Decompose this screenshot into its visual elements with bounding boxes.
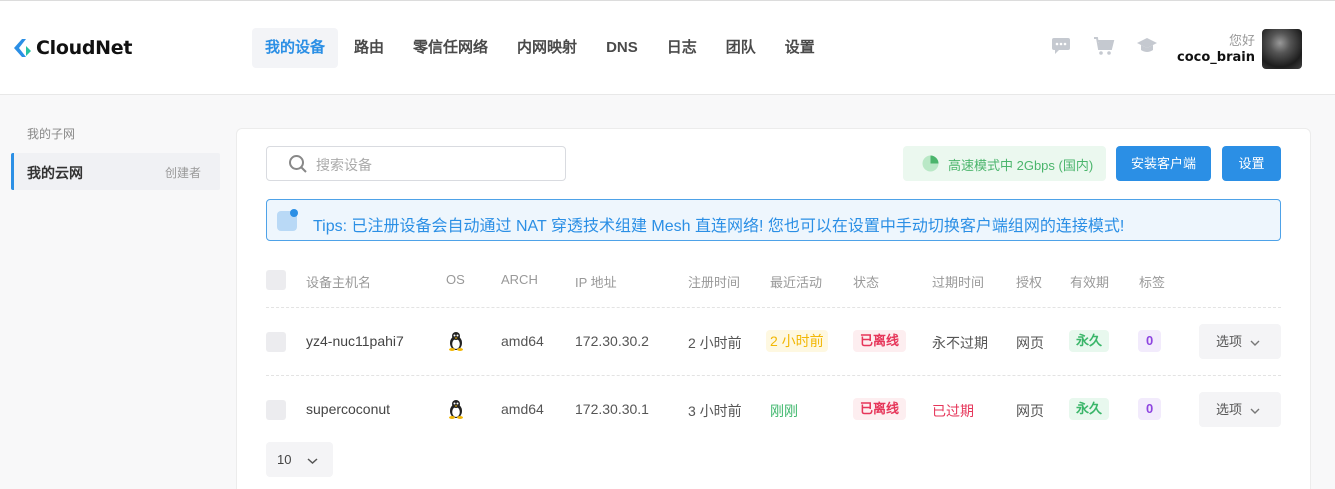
top-header: CloudNet 我的设备 路由 零信任网络 内网映射 DNS 日志 团队 设置…: [0, 0, 1335, 95]
options-dropdown[interactable]: 选项: [1199, 392, 1281, 427]
nav-settings[interactable]: 设置: [772, 28, 828, 68]
main-nav: 我的设备 路由 零信任网络 内网映射 DNS 日志 团队 设置: [252, 28, 831, 68]
nav-routes[interactable]: 路由: [341, 28, 397, 68]
sidebar-item-my-cloud-net[interactable]: 我的云网 创建者: [11, 153, 220, 190]
tag-count-badge[interactable]: 0: [1138, 398, 1162, 420]
device-arch: amd64: [501, 401, 544, 417]
nav-zero-trust[interactable]: 零信任网络: [400, 28, 501, 68]
sidebar-item-label: 我的云网: [27, 165, 83, 181]
graduation-cap-icon[interactable]: [1136, 35, 1158, 57]
username[interactable]: coco_brain: [1177, 50, 1255, 65]
col-registered[interactable]: 注册时间: [688, 272, 740, 291]
device-auth: 网页: [1016, 403, 1044, 419]
device-expires: 已过期: [932, 403, 974, 419]
col-arch[interactable]: ARCH: [501, 272, 538, 287]
tips-text: Tips: 已注册设备会自动通过 NAT 穿透技术组建 Mesh 直连网络! 您…: [313, 218, 1125, 235]
device-expires: 永不过期: [932, 335, 988, 351]
cart-icon[interactable]: [1093, 35, 1115, 57]
avatar[interactable]: [1262, 29, 1302, 69]
validity-badge: 永久: [1069, 398, 1110, 420]
col-os[interactable]: OS: [446, 272, 465, 287]
settings-button[interactable]: 设置: [1222, 146, 1281, 181]
device-auth: 网页: [1016, 335, 1044, 351]
chevron-down-icon: [307, 458, 318, 464]
col-hostname[interactable]: 设备主机名: [306, 272, 371, 291]
chevron-down-icon: [1250, 340, 1260, 346]
options-dropdown[interactable]: 选项: [1199, 324, 1281, 359]
cloudnet-logo-icon: [14, 39, 31, 57]
device-ip: 172.30.30.2: [575, 333, 649, 349]
row-checkbox[interactable]: [266, 332, 286, 352]
page-size-value: 10: [277, 452, 292, 467]
last-active-badge: 2 小时前: [766, 330, 828, 352]
validity-badge: 永久: [1069, 330, 1110, 352]
row-divider: [266, 375, 1281, 376]
status-badge: 已离线: [853, 398, 907, 420]
row-checkbox[interactable]: [266, 400, 286, 420]
nav-logs[interactable]: 日志: [654, 28, 710, 68]
speed-mode-text: 高速模式中 2Gbps (国内): [948, 158, 1094, 173]
devices-card: [236, 128, 1311, 489]
nav-dns[interactable]: DNS: [593, 28, 651, 68]
device-hostname[interactable]: supercoconut: [306, 401, 390, 417]
col-validity[interactable]: 有效期: [1070, 272, 1109, 291]
options-label: 选项: [1216, 334, 1243, 349]
tag-count-badge[interactable]: 0: [1138, 330, 1162, 352]
row-divider: [266, 307, 1281, 308]
col-tags[interactable]: 标签: [1139, 272, 1165, 291]
linux-tux-icon: [449, 332, 463, 351]
select-all-checkbox[interactable]: [266, 270, 286, 290]
status-badge: 已离线: [853, 330, 907, 352]
device-arch: amd64: [501, 333, 544, 349]
last-active-text: 刚刚: [770, 403, 798, 419]
chevron-down-icon: [1250, 408, 1260, 414]
info-icon: [277, 209, 298, 231]
brand-logo[interactable]: CloudNet: [12, 36, 132, 60]
device-hostname[interactable]: yz4-nuc11pahi7: [306, 333, 404, 349]
tips-banner: Tips: 已注册设备会自动通过 NAT 穿透技术组建 Mesh 直连网络! 您…: [266, 199, 1281, 241]
device-registered: 3 小时前: [688, 403, 742, 419]
nav-my-devices[interactable]: 我的设备: [252, 28, 339, 68]
speed-mode-badge: 高速模式中 2Gbps (国内): [903, 146, 1106, 181]
nav-team[interactable]: 团队: [713, 28, 769, 68]
sidebar-title: 我的子网: [27, 127, 76, 141]
search-icon: [289, 155, 307, 173]
greeting-text: 您好: [1228, 33, 1255, 48]
col-ip[interactable]: IP 地址: [575, 272, 617, 291]
col-auth[interactable]: 授权: [1016, 272, 1042, 291]
search-placeholder: 搜索设备: [316, 157, 372, 173]
col-expires[interactable]: 过期时间: [932, 272, 984, 291]
pie-chart-icon: [922, 155, 939, 172]
chat-icon[interactable]: [1050, 35, 1072, 57]
creator-badge: 创建者: [164, 166, 201, 180]
nav-port-mapping[interactable]: 内网映射: [504, 28, 590, 68]
linux-tux-icon: [449, 400, 463, 419]
page-size-select[interactable]: 10: [266, 442, 333, 477]
col-status[interactable]: 状态: [853, 272, 879, 291]
search-input[interactable]: 搜索设备: [266, 146, 566, 181]
device-registered: 2 小时前: [688, 335, 742, 351]
options-label: 选项: [1216, 402, 1243, 417]
device-ip: 172.30.30.1: [575, 401, 649, 417]
brand-name: CloudNet: [36, 37, 133, 59]
col-last-active[interactable]: 最近活动: [770, 272, 822, 291]
install-client-button[interactable]: 安装客户端: [1116, 146, 1211, 181]
